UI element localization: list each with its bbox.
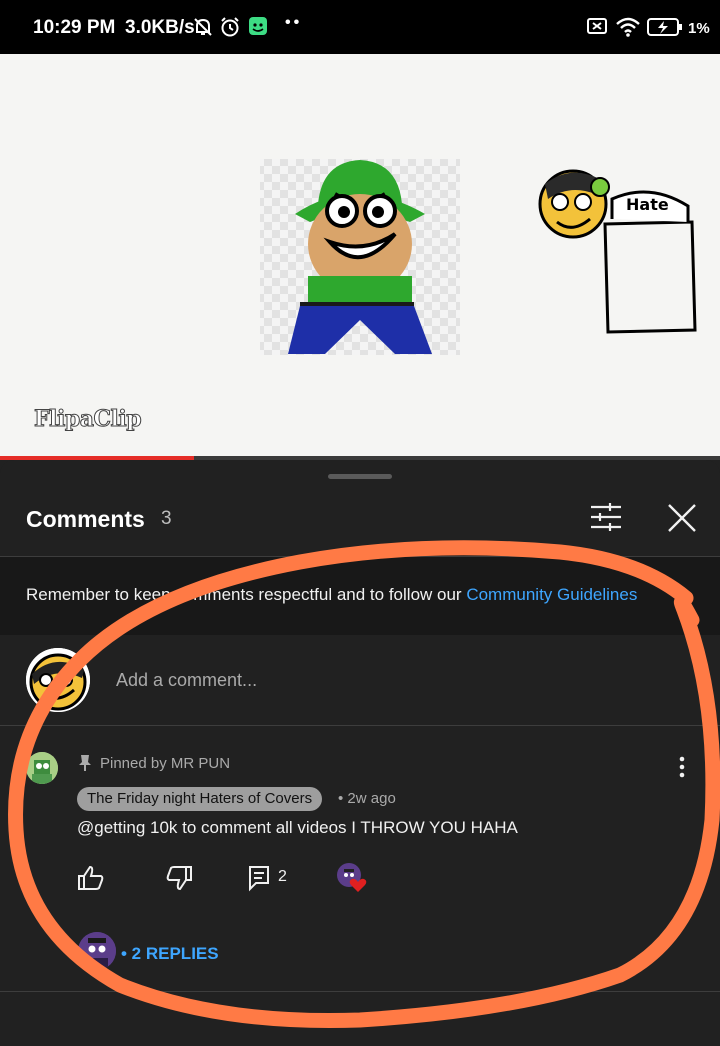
status-network-speed: 3.0KB/s [125, 17, 195, 38]
divider [0, 991, 720, 992]
wifi-icon [616, 17, 640, 37]
status-bar: 10:29 PM 3.0KB/s •• 1% [0, 0, 720, 54]
comment-author-avatar[interactable] [26, 752, 58, 784]
view-replies-button[interactable]: • 2 REPLIES [121, 944, 219, 964]
app-notification-icon [249, 17, 267, 35]
pinned-indicator: Pinned by MR PUN [78, 754, 230, 772]
comments-count: 3 [161, 508, 172, 529]
screen: 10:29 PM 3.0KB/s •• 1% Hate FlipaClip Co… [0, 0, 720, 1046]
comments-title: Comments [26, 506, 145, 532]
more-notifications-icon: •• [285, 14, 303, 31]
alarm-icon [221, 17, 239, 37]
flipaclip-watermark: FlipaClip [33, 406, 142, 433]
more-vert-icon[interactable] [670, 754, 694, 780]
reply-user-avatar-image [78, 932, 116, 970]
sign-text: Hate [626, 195, 669, 214]
close-icon[interactable] [664, 500, 700, 536]
video-frame: Hate [260, 159, 697, 355]
sim-off-icon [587, 18, 607, 34]
replies-avatar[interactable] [78, 932, 116, 970]
status-time: 10:29 PM [33, 17, 116, 38]
comment-avatar-image [26, 752, 58, 784]
reply-count: 2 [278, 868, 287, 885]
reply-icon[interactable] [246, 864, 276, 892]
hate-sign-drawing: Hate [603, 190, 697, 334]
drag-handle[interactable] [328, 474, 392, 479]
guidelines-text: Remember to keep comments respectful and… [26, 585, 637, 605]
creator-heart-icon [337, 863, 367, 892]
guidelines-banner: Remember to keep comments respectful and… [0, 557, 720, 635]
battery-percentage: 1% [688, 20, 710, 37]
sort-filter-icon[interactable] [588, 500, 624, 534]
pin-icon [79, 755, 91, 771]
divider [0, 725, 720, 726]
video-player[interactable]: Hate FlipaClip [0, 54, 720, 460]
comment-timestamp: • 2w ago [338, 790, 396, 807]
comments-panel: Comments 3 Remember to keep comments res… [0, 460, 720, 1046]
like-icon[interactable] [76, 864, 106, 892]
pinned-label: Pinned by MR PUN [100, 754, 231, 772]
add-comment-input[interactable]: Add a comment... [116, 670, 257, 691]
battery-charging-icon [647, 18, 682, 36]
dislike-icon[interactable] [164, 864, 194, 892]
user-avatar-image [26, 648, 90, 712]
community-guidelines-link[interactable]: Community Guidelines [466, 585, 637, 604]
comment-text: @getting 10k to comment all videos I THR… [77, 818, 518, 837]
guidelines-message: Remember to keep comments respectful and… [26, 585, 467, 604]
avatar[interactable] [26, 648, 90, 712]
comment-author-name[interactable]: The Friday night Haters of Covers [77, 787, 323, 811]
sticker-emoji [538, 169, 610, 239]
mute-bell-icon [194, 18, 212, 36]
